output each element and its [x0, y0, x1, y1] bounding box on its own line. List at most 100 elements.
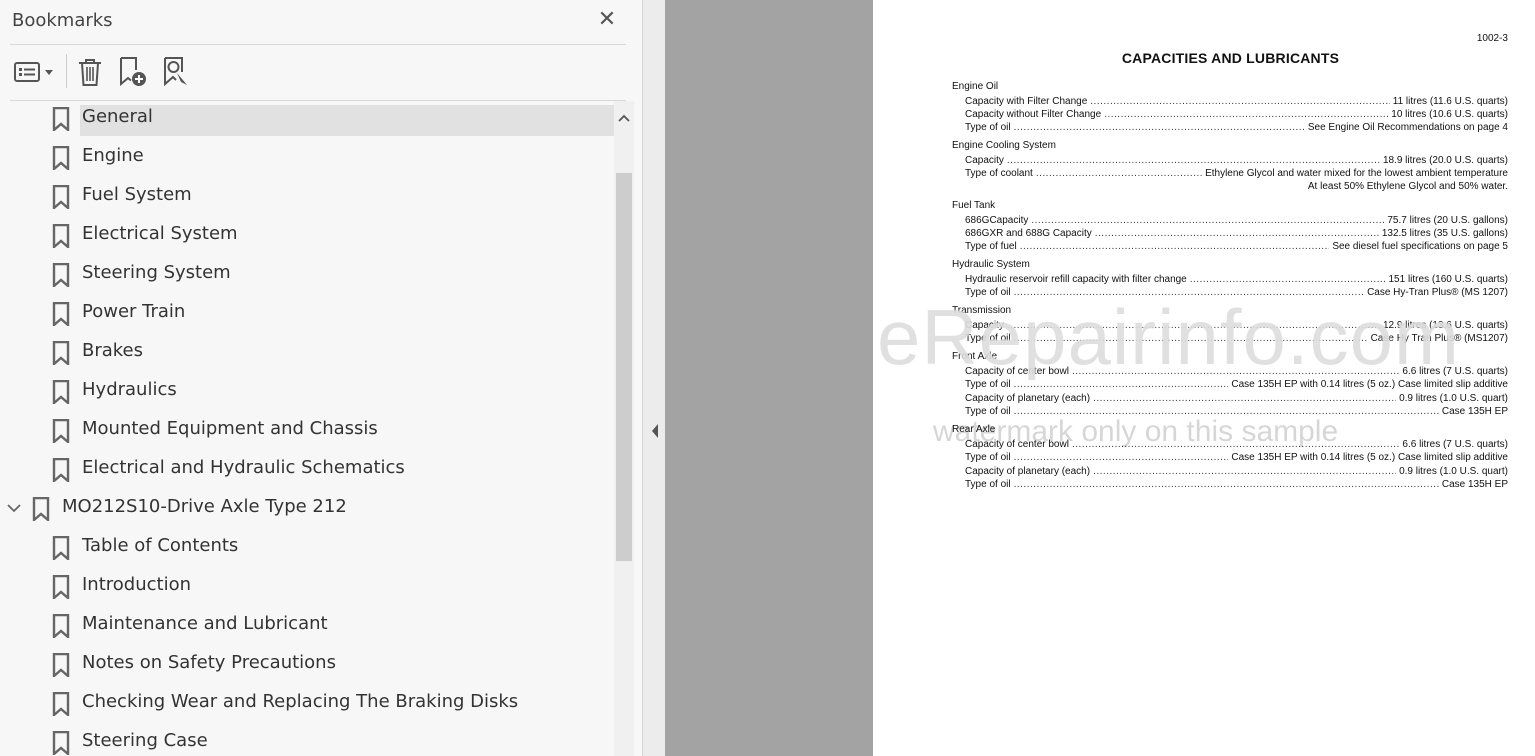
watermark: eRepairinfo.com: [877, 293, 1460, 381]
bookmark-icon: [52, 458, 70, 482]
trash-icon: [79, 59, 101, 86]
bookmark-item[interactable]: Power Train: [0, 295, 614, 331]
bookmark-icon: [52, 575, 70, 599]
bookmark-list: General Engine Fuel System Electrical Sy…: [0, 101, 614, 756]
spec-label: Type of oil: [965, 122, 1011, 133]
bookmark-item[interactable]: Electrical System: [0, 217, 614, 253]
bookmark-item[interactable]: Mounted Equipment and Chassis: [0, 412, 614, 448]
bookmark-label: Maintenance and Lubricant: [82, 613, 328, 634]
spec-value: 6.6 litres (7 U.S. quarts): [1402, 439, 1508, 450]
bookmark-item[interactable]: Steering System: [0, 256, 614, 292]
new-bookmark-button[interactable]: [114, 56, 150, 88]
spec-label: Type of oil: [965, 479, 1011, 490]
leader-dots: [1014, 479, 1439, 490]
bookmark-icon: [52, 224, 70, 248]
scrollbar-thumb[interactable]: [616, 173, 632, 561]
page-number: 1002-3: [1476, 33, 1508, 44]
bookmark-label: Electrical System: [82, 223, 238, 244]
bookmark-item[interactable]: Hydraulics: [0, 373, 614, 409]
bookmark-icon: [52, 341, 70, 365]
spec-row: Hydraulic reservoir refill capacity with…: [965, 272, 1508, 285]
bookmark-item[interactable]: Steering Case: [0, 724, 614, 756]
list-options-icon: [14, 62, 53, 82]
bookmark-item[interactable]: Electrical and Hydraulic Schematics: [0, 451, 614, 487]
header-divider: [10, 44, 626, 45]
bookmark-label: Brakes: [82, 340, 144, 361]
bookmark-item[interactable]: Notes on Safety Precautions: [0, 646, 614, 682]
spec-label: Type of oil: [965, 452, 1011, 463]
bookmark-icon: [52, 653, 70, 677]
spec-row: 686GXR and 688G Capacity 132.5 litres (35…: [965, 226, 1508, 239]
document-page: 1002-3 CAPACITIES AND LUBRICANTS Engine …: [873, 0, 1535, 756]
bookmark-item[interactable]: Checking Wear and Replacing The Braking …: [0, 685, 614, 721]
spec-value: Case 135H EP: [1441, 406, 1508, 417]
bookmark-label: Steering System: [82, 262, 231, 283]
leader-dots: [1007, 155, 1380, 166]
bookmark-icon: [52, 146, 70, 170]
bookmark-label: Table of Contents: [82, 535, 239, 556]
spec-row: Type of oil Case 135H EP with 0.14 litres…: [965, 450, 1508, 463]
bookmark-icon: [32, 497, 50, 521]
bookmark-scrollbar[interactable]: [614, 101, 634, 756]
panel-title: Bookmarks: [12, 10, 113, 31]
leader-dots: [1093, 466, 1396, 477]
leader-dots: [1104, 109, 1388, 120]
panel-splitter[interactable]: [642, 0, 666, 756]
bookmark-label: Fuel System: [82, 184, 192, 205]
bookmark-icon: [52, 692, 70, 716]
bookmark-item[interactable]: Introduction: [0, 568, 614, 604]
spec-value: Ethylene Glycol and water mixed for the …: [1205, 168, 1508, 179]
spec-value: See diesel fuel specifications on page 5: [1332, 241, 1508, 252]
bookmark-item[interactable]: Engine: [0, 139, 614, 175]
leader-dots: [1014, 452, 1229, 463]
spec-value: 18.9 litres (20.0 U.S. quarts): [1382, 155, 1508, 166]
bookmark-item[interactable]: Fuel System: [0, 178, 614, 214]
bookmark-item[interactable]: Table of Contents: [0, 529, 614, 565]
spec-label: Capacity of planetary (each): [965, 393, 1091, 404]
watermark-subtext: watermark only on this sample: [933, 415, 1339, 448]
spec-row: Type of fuel See diesel fuel specificatio…: [965, 239, 1508, 252]
spec-value: 75.7 litres (20 U.S. gallons): [1387, 215, 1508, 226]
bookmark-label: Notes on Safety Precautions: [82, 652, 336, 673]
add-bookmark-icon: [120, 57, 146, 87]
section-heading: Hydraulic System: [952, 259, 1030, 270]
leader-dots: [1093, 393, 1396, 404]
spec-label: Hydraulic reservoir refill capacity with…: [965, 274, 1187, 285]
page-title: CAPACITIES AND LUBRICANTS: [1121, 50, 1340, 66]
scroll-up-arrow-icon[interactable]: [614, 109, 634, 127]
find-current-bookmark-button[interactable]: [158, 56, 192, 88]
spec-row-continued: At least 50% Ethylene Glycol and 50% wat…: [965, 179, 1508, 192]
close-panel-button[interactable]: ✕: [594, 6, 620, 32]
bookmark-item-expanded[interactable]: MO212S10-Drive Axle Type 212: [0, 490, 614, 526]
chevron-down-icon[interactable]: [6, 498, 22, 518]
leader-dots: [1090, 96, 1389, 107]
bookmark-item[interactable]: Brakes: [0, 334, 614, 370]
spec-row: Type of oil Case 135H EP: [965, 477, 1508, 490]
bookmarks-panel: Bookmarks ✕ General Engine Fuel System E…: [0, 0, 642, 756]
selection-highlight: [80, 105, 614, 136]
bookmark-icon: [52, 302, 70, 326]
bookmark-icon: [52, 536, 70, 560]
delete-bookmark-button[interactable]: [74, 56, 106, 88]
spec-value: At least 50% Ethylene Glycol and 50% wat…: [1307, 181, 1508, 192]
collapse-panel-arrow-icon[interactable]: [650, 422, 660, 440]
spec-value: Case 135H EP with 0.14 litres (5 oz.) Ca…: [1231, 452, 1508, 463]
panel-header: Bookmarks ✕: [0, 0, 642, 44]
bookmark-label: Power Train: [82, 301, 186, 322]
leader-dots: [1190, 274, 1386, 285]
spec-row: Type of coolant Ethylene Glycol and water…: [965, 166, 1508, 179]
section-heading: Engine Oil: [952, 81, 999, 92]
spec-label: Type of coolant: [965, 168, 1033, 179]
spec-value: 11 litres (11.6 U.S. quarts): [1392, 96, 1508, 107]
spec-label: Capacity: [965, 155, 1004, 166]
spec-row: Capacity of planetary (each) 0.9 litres (…: [965, 464, 1508, 477]
options-menu-button[interactable]: [10, 56, 56, 88]
bookmark-item[interactable]: Maintenance and Lubricant: [0, 607, 614, 643]
bookmark-label: Hydraulics: [82, 379, 177, 400]
bookmark-label: Steering Case: [82, 730, 208, 751]
bookmark-item[interactable]: General: [0, 101, 614, 136]
bookmark-label: Introduction: [82, 574, 192, 595]
bookmark-icon: [52, 614, 70, 638]
spec-label: 686GCapacity: [965, 215, 1029, 226]
spec-value: 151 litres (160 U.S. quarts): [1388, 274, 1509, 285]
